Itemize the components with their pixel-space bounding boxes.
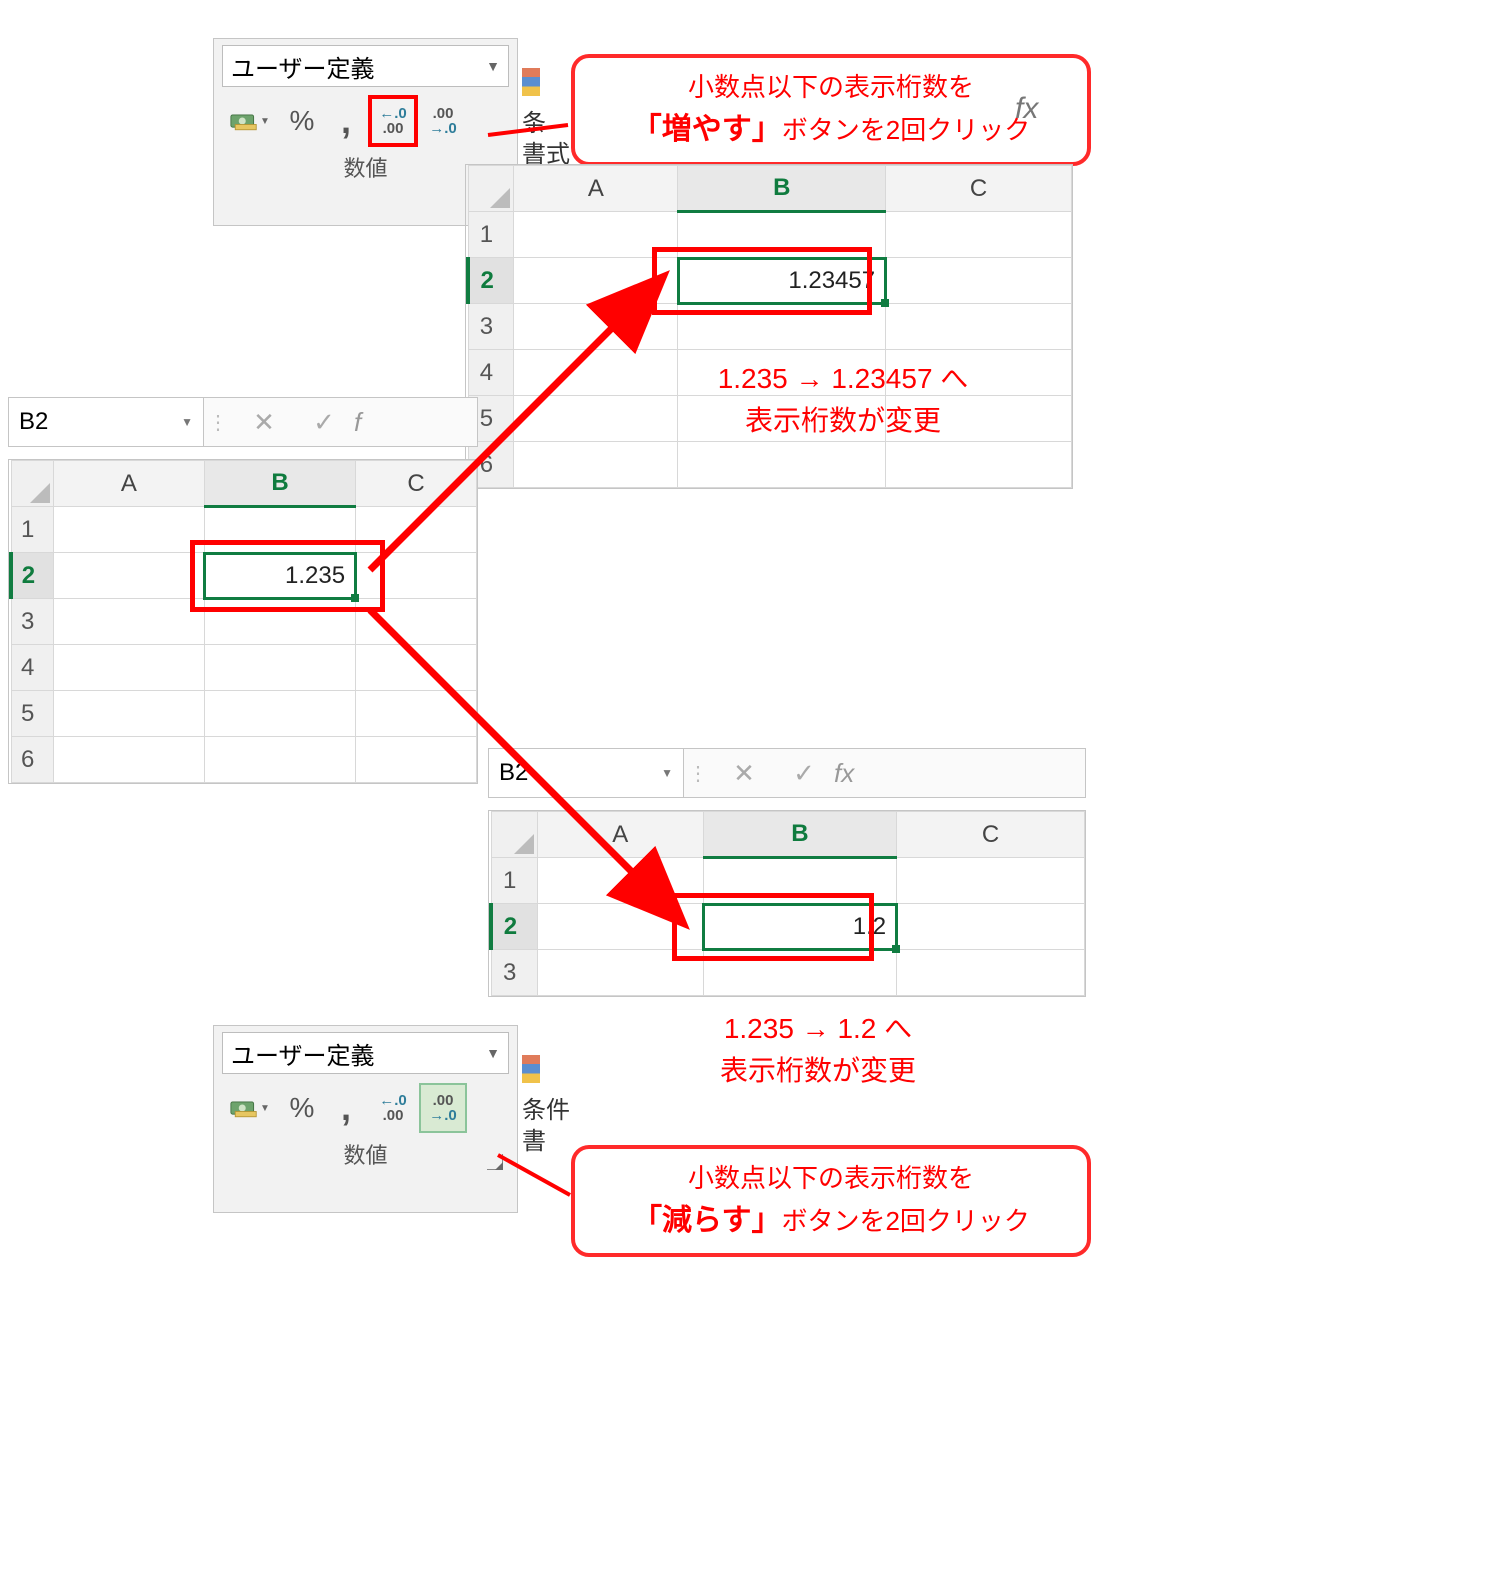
- number-format-value: ユーザー定義: [231, 49, 375, 84]
- formula-bar: B2 ▼ ⋮ ✕ ✓ fx: [488, 748, 1086, 798]
- row-header[interactable]: 4: [468, 350, 514, 396]
- dec-decimal-bot: →.0: [429, 121, 457, 136]
- ribbon-group-label: 数値: [222, 1132, 509, 1174]
- sheet-left[interactable]: A B C 1 2 1.235 3 4 5 6: [8, 459, 478, 784]
- ribbon-side-text-bottom: 条件 書: [522, 1055, 570, 1158]
- left-sheet-panel: B2 ▼ ⋮ ✕ ✓ f A B C 1 2 1.235 3 4 5 6: [8, 397, 478, 784]
- name-box[interactable]: B2 ▼: [9, 398, 204, 446]
- fx-icon[interactable]: fx: [1015, 88, 1065, 128]
- ribbon-side-text-top: 条 書式: [522, 68, 570, 171]
- confirm-button[interactable]: ✓: [294, 398, 354, 446]
- inc-decimal-top: ←.0: [379, 106, 407, 121]
- sheet-decrease-panel: B2 ▼ ⋮ ✕ ✓ fx A B C 1 2 1.2 3: [488, 748, 1086, 997]
- number-format-combo[interactable]: ユーザー定義 ▼: [222, 1032, 509, 1074]
- annotation-decrease: 1.235 → 1.2 へ 表示桁数が変更: [638, 1008, 998, 1092]
- cell-b2[interactable]: 1.235: [204, 553, 355, 599]
- col-header-a[interactable]: A: [514, 166, 678, 212]
- percent-style-button[interactable]: %: [282, 97, 322, 145]
- number-format-combo[interactable]: ユーザー定義 ▼: [222, 45, 509, 87]
- callout-increase: 小数点以下の表示桁数を 「増やす」ボタンを2回クリック: [571, 54, 1091, 166]
- inc-decimal-top: ←.0: [379, 1093, 407, 1108]
- select-all-corner[interactable]: [491, 812, 537, 858]
- col-header-c[interactable]: C: [356, 461, 477, 507]
- cancel-button[interactable]: ✕: [714, 749, 774, 797]
- name-box-value: B2: [19, 408, 48, 436]
- accounting-format-button[interactable]: ▼: [222, 1084, 278, 1132]
- money-icon: [230, 1097, 258, 1119]
- inc-decimal-bot: .00: [383, 121, 404, 136]
- row-header[interactable]: 1: [468, 212, 514, 258]
- dropdown-arrow-icon: ▼: [486, 1045, 500, 1061]
- callout-inc-line2: 「増やす」ボタンを2回クリック: [593, 107, 1069, 152]
- row-header[interactable]: 2: [468, 258, 514, 304]
- row-header[interactable]: 1: [11, 507, 53, 553]
- col-header-b[interactable]: B: [204, 461, 355, 507]
- formula-bar: B2 ▼ ⋮ ✕ ✓ f: [8, 397, 478, 447]
- increase-decimal-button[interactable]: ←.0 .00: [370, 97, 416, 145]
- row-header[interactable]: 2: [11, 553, 53, 599]
- col-header-c[interactable]: C: [886, 166, 1072, 212]
- col-header-b[interactable]: B: [703, 812, 896, 858]
- number-format-value: ユーザー定義: [231, 1036, 375, 1071]
- name-box-value: B2: [499, 759, 528, 787]
- row-header[interactable]: 4: [11, 645, 53, 691]
- chevron-down-icon: ▼: [260, 1103, 270, 1114]
- confirm-button[interactable]: ✓: [774, 749, 834, 797]
- name-box[interactable]: B2 ▼: [489, 749, 684, 797]
- row-header[interactable]: 6: [11, 737, 53, 783]
- decrease-decimal-button[interactable]: .00 →.0: [420, 97, 466, 145]
- fx-button[interactable]: fx: [834, 749, 894, 797]
- callout-decrease: 小数点以下の表示桁数を 「減らす」ボタンを2回クリック: [571, 1145, 1091, 1257]
- row-header[interactable]: 3: [468, 304, 514, 350]
- ribbon-number-group-bottom: ユーザー定義 ▼ ▼ % , ←.0 .00 .00 →.0 数値: [213, 1025, 518, 1213]
- drag-handle-icon[interactable]: ⋮: [688, 761, 710, 786]
- row-header[interactable]: 3: [491, 950, 537, 996]
- money-icon: [230, 110, 258, 132]
- fx-button[interactable]: f: [354, 398, 402, 446]
- percent-style-button[interactable]: %: [282, 1084, 322, 1132]
- comma-label: ,: [341, 1087, 351, 1129]
- callout-dec-line2: 「減らす」ボタンを2回クリック: [593, 1198, 1069, 1243]
- decrease-decimal-button[interactable]: .00 →.0: [420, 1084, 466, 1132]
- row-header[interactable]: 2: [491, 904, 537, 950]
- chevron-down-icon: ▼: [661, 766, 673, 780]
- col-header-a[interactable]: A: [53, 461, 204, 507]
- annotation-increase: 1.235 → 1.23457 へ 表示桁数が変更: [638, 358, 1048, 442]
- increase-decimal-button[interactable]: ←.0 .00: [370, 1084, 416, 1132]
- callout-dec-line1: 小数点以下の表示桁数を: [593, 1159, 1069, 1198]
- percent-label: %: [290, 1092, 315, 1124]
- select-all-corner[interactable]: [11, 461, 53, 507]
- drag-handle-icon[interactable]: ⋮: [208, 410, 230, 435]
- row-header[interactable]: 3: [11, 599, 53, 645]
- callout-inc-line1: 小数点以下の表示桁数を: [593, 68, 1069, 107]
- svg-text:fx: fx: [1015, 92, 1039, 125]
- col-header-c[interactable]: C: [897, 812, 1085, 858]
- comma-label: ,: [341, 100, 351, 142]
- col-header-b[interactable]: B: [678, 166, 886, 212]
- chevron-down-icon: ▼: [260, 116, 270, 127]
- cancel-button[interactable]: ✕: [234, 398, 294, 446]
- col-header-a[interactable]: A: [537, 812, 703, 858]
- comma-style-button[interactable]: ,: [326, 97, 366, 145]
- dec-decimal-bot: →.0: [429, 1108, 457, 1123]
- sheet-decrease[interactable]: A B C 1 2 1.2 3: [488, 810, 1086, 997]
- row-header[interactable]: 5: [11, 691, 53, 737]
- chevron-down-icon: ▼: [181, 415, 193, 429]
- dropdown-arrow-icon: ▼: [486, 58, 500, 74]
- accounting-format-button[interactable]: ▼: [222, 97, 278, 145]
- row-header[interactable]: 1: [491, 858, 537, 904]
- dec-decimal-top: .00: [433, 106, 454, 121]
- comma-style-button[interactable]: ,: [326, 1084, 366, 1132]
- inc-decimal-bot: .00: [383, 1108, 404, 1123]
- dialog-launcher-icon[interactable]: [487, 1154, 503, 1170]
- cell-b2[interactable]: 1.23457: [678, 258, 886, 304]
- select-all-corner[interactable]: [468, 166, 514, 212]
- dec-decimal-top: .00: [433, 1093, 454, 1108]
- percent-label: %: [290, 105, 315, 137]
- cell-b2[interactable]: 1.2: [703, 904, 896, 950]
